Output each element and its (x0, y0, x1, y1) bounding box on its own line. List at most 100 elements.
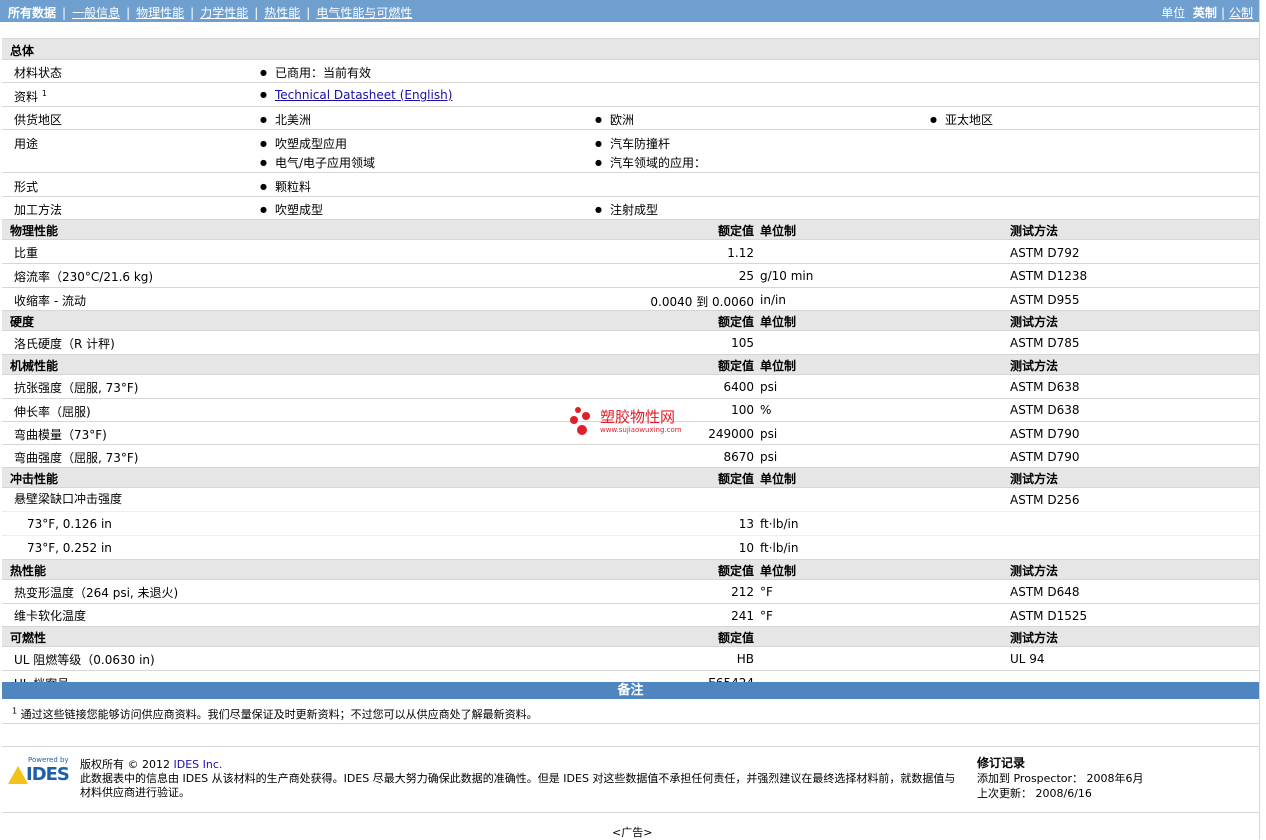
divider (2, 812, 1259, 813)
row-value: Technical Datasheet (English) (260, 88, 452, 102)
prop-name: 熔流率（230°C/21.6 kg) (14, 270, 154, 284)
divider (2, 723, 1259, 724)
row-value: 颗粒料 (260, 178, 311, 195)
section-header-mechanical: 机械性能 额定值 单位制 测试方法 (2, 355, 1259, 375)
prop-method: ASTM D785 (1010, 336, 1080, 350)
divider (2, 746, 1259, 747)
row-uses: 用途 吹塑成型应用 汽车防撞杆 电气/电子应用领域 汽车领域的应用： (2, 130, 1259, 173)
prop-name: 弯曲模量（73°F) (14, 428, 107, 442)
row-label: 形式 (14, 180, 39, 194)
row-label: 用途 (14, 137, 39, 151)
vertical-scrollbar[interactable] (1259, 0, 1266, 839)
prop-method: ASTM D790 (1010, 427, 1080, 441)
watermark-logo: 塑胶物性网 www.sujiaowuxing.com (570, 404, 700, 438)
advertisement-label: <广告> (612, 826, 653, 839)
nav-all-data[interactable]: 所有数据 (8, 6, 56, 20)
col-unit: 单位制 (760, 564, 797, 578)
nav-thermal[interactable]: 热性能 (264, 6, 300, 20)
process-item: 吹塑成型 (260, 201, 323, 218)
ides-logo[interactable]: Powered by IDES (8, 756, 72, 786)
section-title: 机械性能 (10, 359, 59, 373)
table-row: 熔流率（230°C/21.6 kg) 25 g/10 min ASTM D123… (2, 264, 1259, 288)
prop-method: ASTM D638 (1010, 403, 1080, 417)
section-nav: 所有数据 | 一般信息 | 物理性能 | 力学性能 | 热性能 | 电气性能与可燃性 (8, 6, 413, 20)
row-label: 材料状态 (14, 66, 63, 80)
row-value: 已商用：当前有效 (260, 64, 371, 81)
prop-value: 249000 (708, 427, 754, 441)
prop-name: UL 阻燃等级（0.0630 in) (14, 653, 155, 667)
unit-switcher: 单位 英制 | 公制 (1161, 6, 1253, 20)
prop-value: HB (736, 652, 754, 666)
col-nominal: 额定值 (717, 472, 754, 486)
prop-method: ASTM D648 (1010, 585, 1080, 599)
section-header-thermal: 热性能 额定值 单位制 测试方法 (2, 560, 1259, 580)
disclaimer-text: 此数据表中的信息由 IDES 从该材料的生产商处获得。IDES 尽最大努力确保此… (80, 772, 956, 799)
prop-value: 13 (738, 517, 754, 531)
prop-name: 热变形温度（264 psi, 未退火) (14, 586, 179, 600)
use-item: 吹塑成型应用 (260, 135, 347, 152)
section-header-physical: 物理性能 额定值 单位制 测试方法 (2, 220, 1259, 240)
prop-method: ASTM D792 (1010, 246, 1080, 260)
table-row: 弯曲强度（屈服, 73°F) 8670 psi ASTM D790 (2, 445, 1259, 468)
prop-value: 25 (738, 269, 754, 283)
prop-unit: in/in (760, 293, 786, 307)
col-method: 测试方法 (1010, 224, 1059, 238)
section-header-impact: 冲击性能 额定值 单位制 测试方法 (2, 468, 1259, 488)
units-metric-link[interactable]: 公制 (1229, 6, 1253, 20)
section-title: 冲击性能 (10, 472, 59, 486)
table-row: 抗张强度（屈服, 73°F) 6400 psi ASTM D638 (2, 375, 1259, 399)
prop-name: 73°F, 0.126 in (27, 517, 112, 531)
section-title: 总体 (10, 44, 35, 58)
prop-name: 73°F, 0.252 in (27, 541, 112, 555)
table-row: 73°F, 0.126 in 13 ft·lb/in (2, 512, 1259, 536)
prop-value: 6400 (723, 380, 754, 394)
row-form: 形式 颗粒料 (2, 173, 1259, 197)
nav-general-info[interactable]: 一般信息 (72, 6, 120, 20)
table-row: 73°F, 0.252 in 10 ft·lb/in (2, 536, 1259, 560)
col-method: 测试方法 (1010, 564, 1059, 578)
prop-value: 8670 (723, 450, 754, 464)
prop-value: 105 (731, 336, 754, 350)
row-supply-region: 供货地区 北美洲 欧洲 亚太地区 (2, 107, 1259, 130)
prop-value: 10 (738, 541, 754, 555)
row-documents: 资料 1 Technical Datasheet (English) (2, 83, 1259, 107)
row-label: 加工方法 (14, 203, 63, 217)
section-title: 可燃性 (10, 631, 47, 645)
col-unit: 单位制 (760, 315, 797, 329)
prop-name: 伸长率（屈服) (14, 405, 91, 419)
nav-mechanical[interactable]: 力学性能 (200, 6, 248, 20)
prop-unit: °F (760, 585, 773, 599)
use-item: 电气/电子应用领域 (260, 154, 375, 171)
table-row: 收缩率 - 流动 0.0040 到 0.0060 in/in ASTM D955 (2, 288, 1259, 311)
units-english: 英制 (1192, 6, 1217, 20)
col-unit: 单位制 (760, 224, 797, 238)
section-title: 物理性能 (10, 224, 59, 238)
section-title: 热性能 (10, 564, 47, 578)
prop-value: 0.0040 到 0.0060 (650, 295, 754, 309)
prop-method: UL 94 (1010, 652, 1045, 666)
table-row: 维卡软化温度 241 °F ASTM D1525 (2, 604, 1259, 627)
section-header-general: 总体 (2, 38, 1259, 60)
prop-name: 抗张强度（屈服, 73°F) (14, 381, 139, 395)
prop-method: ASTM D955 (1010, 293, 1080, 307)
nav-electrical-flammability[interactable]: 电气性能与可燃性 (316, 6, 412, 20)
prop-name: 比重 (14, 246, 39, 260)
watermark-dots-icon (570, 407, 590, 435)
nav-physical[interactable]: 物理性能 (136, 6, 184, 20)
copyright-block: 版权所有 © 2012 IDES Inc. 此数据表中的信息由 IDES 从该材… (80, 758, 956, 799)
row-material-status: 材料状态 已商用：当前有效 (2, 60, 1259, 83)
prop-name: 维卡软化温度 (14, 609, 87, 623)
region-item: 欧洲 (595, 111, 634, 128)
prop-method: ASTM D1525 (1010, 609, 1088, 623)
row-label: 资料 1 (14, 89, 47, 104)
process-item: 注射成型 (595, 201, 658, 218)
col-nominal: 额定值 (717, 315, 754, 329)
technical-datasheet-link[interactable]: Technical Datasheet (English) (275, 88, 452, 102)
ides-inc-link[interactable]: IDES Inc. (174, 758, 223, 771)
table-row: 洛氏硬度（R 计秤) 105 ASTM D785 (2, 331, 1259, 355)
prop-unit: % (760, 403, 772, 417)
prop-name: 悬壁梁缺口冲击强度 (14, 492, 123, 506)
col-method: 测试方法 (1010, 631, 1059, 645)
region-item: 亚太地区 (930, 111, 993, 128)
revision-history: 修订记录 添加到 Prospector： 2008年6月 上次更新： 2008/… (977, 756, 1144, 800)
